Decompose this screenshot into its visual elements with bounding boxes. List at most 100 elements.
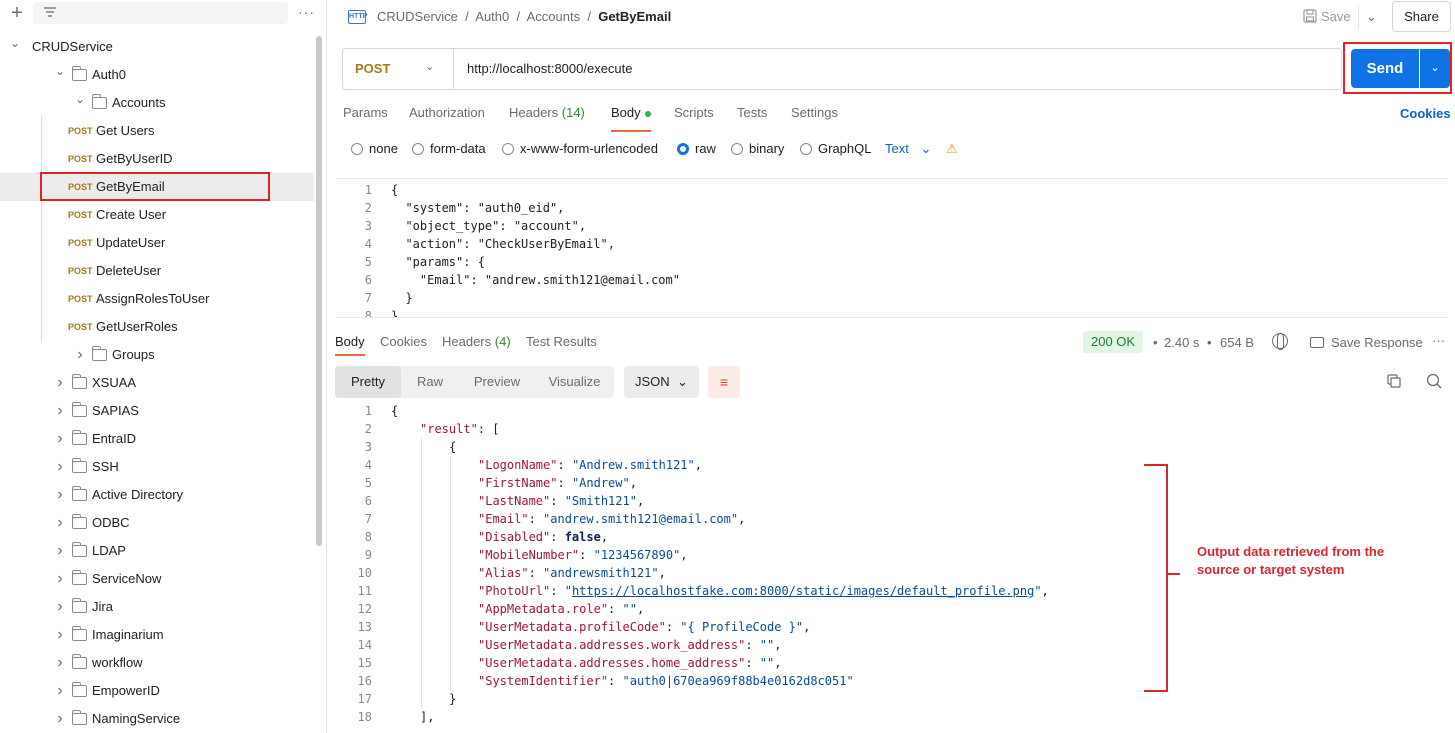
chevron-right-icon[interactable]: › xyxy=(53,565,67,593)
save-button[interactable]: Save xyxy=(1303,7,1351,27)
sidebar-scrollbar[interactable] xyxy=(316,36,322,546)
body-type-x-www-form-urlencoded[interactable]: x-www-form-urlencoded xyxy=(502,140,658,158)
tree-item[interactable]: › ODBC xyxy=(0,509,314,537)
tree-item[interactable]: › EntraID xyxy=(0,425,314,453)
chevron-right-icon[interactable]: › xyxy=(53,509,67,537)
chevron-down-icon[interactable]: ⌄ xyxy=(8,29,22,57)
tab-settings[interactable]: Settings xyxy=(791,100,838,126)
view-mode-raw[interactable]: Raw xyxy=(401,366,459,398)
response-tab-test-results[interactable]: Test Results xyxy=(526,332,597,352)
raw-format-select[interactable]: Text ⌄ xyxy=(885,140,931,158)
tab-headers[interactable]: Headers (14) xyxy=(509,100,585,126)
response-more-icon[interactable]: ··· xyxy=(1432,333,1445,348)
warning-icon[interactable]: ⚠ xyxy=(946,141,958,157)
tab-body[interactable]: Body xyxy=(611,100,651,132)
tree-item[interactable]: › SAPIAS xyxy=(0,397,314,425)
chevron-right-icon[interactable]: › xyxy=(53,621,67,649)
response-time[interactable]: 2.40 s xyxy=(1164,335,1199,350)
code-text: "LastName": "Smith121", xyxy=(478,492,644,510)
copy-icon[interactable] xyxy=(1387,374,1401,388)
globe-icon[interactable] xyxy=(1272,333,1288,350)
code-text: "UserMetadata.addresses.work_address": "… xyxy=(478,636,781,654)
chevron-right-icon[interactable]: › xyxy=(53,537,67,565)
tab-params[interactable]: Params xyxy=(343,100,388,126)
response-format-select[interactable]: JSON ⌄ xyxy=(624,366,699,398)
folder-icon xyxy=(72,710,87,725)
chevron-right-icon[interactable]: › xyxy=(73,341,87,369)
chevron-right-icon[interactable]: › xyxy=(53,425,67,453)
tree-item[interactable]: POST DeleteUser xyxy=(0,257,314,285)
body-type-raw[interactable]: raw xyxy=(677,140,716,158)
save-icon xyxy=(1303,9,1317,23)
filter-icon[interactable] xyxy=(43,6,57,20)
response-tab-headers[interactable]: Headers (4) xyxy=(442,332,511,352)
chevron-down-icon[interactable]: ⌄ xyxy=(53,57,67,85)
share-button[interactable]: Share xyxy=(1392,1,1451,32)
chevron-right-icon[interactable]: › xyxy=(53,369,67,397)
chevron-right-icon[interactable]: › xyxy=(53,453,67,481)
tree-item[interactable]: › Groups xyxy=(0,341,314,369)
tab-scripts[interactable]: Scripts xyxy=(674,100,714,126)
chevron-down-icon[interactable]: ⌄ xyxy=(1358,4,1384,30)
view-mode-visualize[interactable]: Visualize xyxy=(535,366,614,398)
tree-item[interactable]: › Active Directory xyxy=(0,481,314,509)
tree-item[interactable]: ⌄ Auth0 xyxy=(0,61,314,89)
tree-item[interactable]: › XSUAA xyxy=(0,369,314,397)
response-tab-cookies[interactable]: Cookies xyxy=(380,332,427,352)
response-tab-body[interactable]: Body xyxy=(335,332,365,356)
sidebar-more-icon[interactable]: ··· xyxy=(298,4,316,20)
tree-item[interactable]: POST GetByUserID xyxy=(0,145,314,173)
tree-item[interactable]: POST Create User xyxy=(0,201,314,229)
tree-item[interactable]: › Jira xyxy=(0,593,314,621)
line-number: 11 xyxy=(357,584,372,598)
url-input[interactable]: http://localhost:8000/execute xyxy=(467,61,633,76)
tree-item[interactable]: POST GetUserRoles xyxy=(0,313,314,341)
tree-item[interactable]: POST UpdateUser xyxy=(0,229,314,257)
tree-item[interactable]: › EmpowerID xyxy=(0,677,314,705)
send-options-chevron-icon[interactable]: ⌄ xyxy=(1420,49,1450,88)
tree-item[interactable]: › SSH xyxy=(0,453,314,481)
tree-item[interactable]: › workflow xyxy=(0,649,314,677)
chevron-down-icon[interactable]: ⌄ xyxy=(73,85,87,113)
json-link[interactable]: https://localhostfake.com:8000/static/im… xyxy=(572,584,1034,598)
body-type-binary[interactable]: binary xyxy=(731,140,784,158)
tree-item[interactable]: › Imaginarium xyxy=(0,621,314,649)
chevron-right-icon[interactable]: › xyxy=(53,593,67,621)
sidebar-search-input[interactable] xyxy=(33,2,288,24)
chevron-right-icon[interactable]: › xyxy=(53,649,67,677)
body-type-form-data[interactable]: form-data xyxy=(412,140,486,158)
tree-item[interactable]: POST AssignRolesToUser xyxy=(0,285,314,313)
add-icon[interactable]: + xyxy=(8,3,26,23)
json-punct: : xyxy=(528,566,544,580)
body-type-none[interactable]: none xyxy=(351,140,398,158)
method-badge: POST xyxy=(68,322,93,332)
breadcrumb-item[interactable]: Auth0 xyxy=(475,9,509,24)
status-badge[interactable]: 200 OK xyxy=(1083,331,1144,353)
request-body-editor[interactable]: 1 {2 "system": "auth0_eid", 3 "object_type… xyxy=(335,178,1448,318)
tree-item[interactable]: POST Get Users xyxy=(0,117,314,145)
view-mode-pretty[interactable]: Pretty xyxy=(335,366,401,398)
save-response-button[interactable]: Save Response xyxy=(1310,335,1423,350)
method-select[interactable]: POST ⌄ xyxy=(343,49,454,89)
chevron-right-icon[interactable]: › xyxy=(53,481,67,509)
tab-tests[interactable]: Tests xyxy=(737,100,767,126)
body-type-graphql[interactable]: GraphQL xyxy=(800,140,871,158)
view-mode-preview[interactable]: Preview xyxy=(459,366,535,398)
response-size[interactable]: 654 B xyxy=(1220,335,1254,350)
tree-item[interactable]: ⌄ Accounts xyxy=(0,89,314,117)
send-button[interactable]: Send xyxy=(1351,49,1419,88)
chevron-right-icon[interactable]: › xyxy=(53,397,67,425)
tree-item[interactable]: › NamingService xyxy=(0,705,314,733)
tree-item[interactable]: ⌄ CRUDService xyxy=(0,33,314,61)
chevron-right-icon[interactable]: › xyxy=(53,705,67,733)
wrap-lines-icon[interactable]: ≡ xyxy=(708,366,740,398)
breadcrumb-item[interactable]: CRUDService xyxy=(377,9,458,24)
tree-item[interactable]: › ServiceNow xyxy=(0,565,314,593)
tree-item[interactable]: › LDAP xyxy=(0,537,314,565)
tree-item-label: Jira xyxy=(92,599,113,614)
search-icon[interactable] xyxy=(1426,373,1442,389)
tab-authorization[interactable]: Authorization xyxy=(409,100,485,126)
cookies-link[interactable]: Cookies xyxy=(1400,106,1451,121)
breadcrumb-item[interactable]: Accounts xyxy=(527,9,580,24)
chevron-right-icon[interactable]: › xyxy=(53,677,67,705)
